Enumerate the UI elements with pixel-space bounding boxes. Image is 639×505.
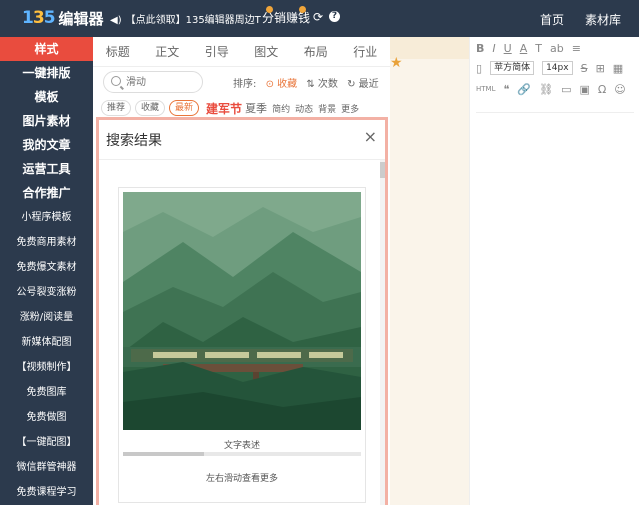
subtab-background[interactable]: 背景 bbox=[318, 102, 336, 115]
link-icon[interactable]: 🔗 bbox=[517, 83, 531, 96]
grid-icon[interactable]: ▦ bbox=[613, 62, 623, 75]
affiliate-link[interactable]: 分销赚钱 bbox=[262, 6, 310, 26]
category-tabs: 标题 正文 引导 图文 布局 行业 bbox=[93, 37, 390, 67]
subtab-simple[interactable]: 简约 bbox=[272, 102, 290, 115]
font-color-icon[interactable]: A bbox=[520, 42, 528, 55]
logo-number: 135 bbox=[22, 8, 56, 28]
sidebar-item-image-material[interactable]: 图片素材 bbox=[0, 109, 93, 133]
sidebar-item-style[interactable]: 样式 bbox=[0, 37, 93, 61]
sidebar-item-free-gallery[interactable]: 免费图库 bbox=[0, 380, 93, 405]
search-box[interactable] bbox=[103, 71, 203, 93]
sidebar-item-free-design[interactable]: 免费做图 bbox=[0, 405, 93, 430]
tab-title[interactable]: 标题 bbox=[93, 37, 143, 66]
toolbar-row-2: ▯ 苹方简体 14px S ⊞ ▦ bbox=[476, 59, 631, 77]
html-icon[interactable]: HTML bbox=[476, 85, 495, 93]
promo-text: 【点此领取】135编辑器周边T bbox=[125, 15, 261, 26]
background-color-icon[interactable]: ab bbox=[550, 42, 564, 55]
toolbar-row-1: B I U A T ab ≡ bbox=[476, 39, 589, 57]
sidebar-item-one-click-layout[interactable]: 一键排版 bbox=[0, 61, 93, 85]
font-size-select[interactable]: 14px bbox=[542, 61, 573, 75]
emoji-icon[interactable]: ☺ bbox=[614, 83, 625, 96]
italic-icon[interactable]: I bbox=[492, 42, 495, 55]
search-icon bbox=[111, 76, 121, 86]
help-icon[interactable]: ? bbox=[329, 11, 340, 22]
landscape-image bbox=[123, 192, 361, 430]
special-char-icon[interactable]: Ω bbox=[598, 83, 606, 96]
sidebar-item-partner[interactable]: 合作推广 bbox=[0, 181, 93, 205]
slide-progress bbox=[123, 452, 361, 456]
sidebar-item-ops-tools[interactable]: 运营工具 bbox=[0, 157, 93, 181]
speaker-icon: ◀) bbox=[110, 15, 122, 26]
subtab-dynamic[interactable]: 动态 bbox=[295, 102, 313, 115]
paragraph-icon[interactable]: ▯ bbox=[476, 62, 482, 75]
scrollbar[interactable] bbox=[380, 160, 385, 505]
sidebar-item-video[interactable]: 【视频制作】 bbox=[0, 355, 93, 380]
subtab-army-day[interactable]: 建军节 bbox=[206, 100, 242, 117]
align-icon[interactable]: ≡ bbox=[572, 42, 581, 55]
left-sidebar: 样式 一键排版 模板 图片素材 我的文章 运营工具 合作推广 小程序模板 免费商… bbox=[0, 37, 93, 505]
sidebar-item-mini-program[interactable]: 小程序模板 bbox=[0, 205, 93, 230]
strikethrough-icon[interactable]: S bbox=[581, 62, 588, 75]
unlink-icon[interactable]: ⛓ bbox=[539, 83, 553, 96]
editor-area[interactable]: B I U A T ab ≡ ▯ 苹方简体 14px S ⊞ ▦ HTML ❝ … bbox=[469, 37, 639, 505]
image-icon[interactable]: ▣ bbox=[579, 83, 589, 96]
sidebar-item-followers[interactable]: 涨粉/阅读量 bbox=[0, 305, 93, 330]
promo-link[interactable]: ◀) 【点此领取】135编辑器周边T bbox=[110, 11, 261, 26]
sidebar-item-fission[interactable]: 公号裂变涨粉 bbox=[0, 280, 93, 305]
subtab-summer[interactable]: 夏季 bbox=[245, 100, 267, 116]
divider-icon[interactable]: ▭ bbox=[561, 83, 571, 96]
subtab-recommend[interactable]: 推荐 bbox=[101, 100, 132, 116]
sidebar-item-free-course[interactable]: 免费课程学习 bbox=[0, 480, 93, 505]
subtab-latest[interactable]: 最新 bbox=[169, 100, 200, 116]
swipe-hint: 左右滑动查看更多 bbox=[205, 474, 278, 484]
tab-body[interactable]: 正文 bbox=[143, 37, 193, 66]
tab-guide[interactable]: 引导 bbox=[192, 37, 242, 66]
result-card[interactable]: 文字表述 左右滑动查看更多 bbox=[118, 187, 366, 503]
image-caption: 文字表述 bbox=[223, 441, 260, 451]
sort-favorites[interactable]: ⊙ 收藏 bbox=[266, 79, 298, 90]
toolbar-row-3: HTML ❝ 🔗 ⛓ ▭ ▣ Ω ☺ bbox=[476, 80, 634, 98]
underline-icon[interactable]: U bbox=[504, 42, 512, 55]
sidebar-item-my-articles[interactable]: 我的文章 bbox=[0, 133, 93, 157]
subtab-more[interactable]: 更多 bbox=[341, 102, 359, 115]
quote-icon[interactable]: ❝ bbox=[503, 83, 509, 96]
table-icon[interactable]: ⊞ bbox=[596, 62, 605, 75]
search-input[interactable] bbox=[126, 74, 198, 90]
tab-industry[interactable]: 行业 bbox=[341, 37, 391, 66]
sort-count[interactable]: ⇅ 次数 bbox=[306, 79, 338, 90]
subtab-favorites[interactable]: 收藏 bbox=[135, 100, 166, 116]
sidebar-item-wechat-group[interactable]: 微信群管神器 bbox=[0, 455, 93, 480]
sort-recent[interactable]: ↻ 最近 bbox=[347, 79, 379, 90]
scrollbar-thumb[interactable] bbox=[380, 162, 385, 178]
sort-bar: 排序: ⊙ 收藏 ⇅ 次数 ↻ 最近 bbox=[233, 75, 379, 90]
sort-label: 排序: bbox=[233, 79, 257, 90]
refresh-icon[interactable]: ⟳ bbox=[313, 10, 323, 24]
nav-material-library[interactable]: 素材库 bbox=[585, 11, 621, 28]
search-results-dialog: 搜索结果 × 文字表述 左右滑动查看更多 bbox=[96, 117, 388, 505]
sidebar-item-new-media-pic[interactable]: 新媒体配图 bbox=[0, 330, 93, 355]
sidebar-item-auto-image[interactable]: 【一键配图】 bbox=[0, 430, 93, 455]
sidebar-item-free-viral[interactable]: 免费爆文素材 bbox=[0, 255, 93, 280]
tab-image-text[interactable]: 图文 bbox=[242, 37, 292, 66]
logo[interactable]: 135 编辑器 bbox=[22, 7, 104, 29]
close-icon[interactable]: × bbox=[364, 127, 377, 146]
font-family-select[interactable]: 苹方简体 bbox=[490, 61, 535, 75]
nav-home[interactable]: 首页 bbox=[540, 11, 564, 28]
slide-progress-fill bbox=[123, 452, 204, 456]
dialog-title: 搜索结果 bbox=[106, 133, 162, 149]
tab-layout[interactable]: 布局 bbox=[291, 37, 341, 66]
logo-text: 编辑器 bbox=[58, 9, 104, 28]
bold-icon[interactable]: B bbox=[476, 42, 484, 55]
dialog-header: 搜索结果 × bbox=[99, 120, 385, 160]
sidebar-item-template[interactable]: 模板 bbox=[0, 85, 93, 109]
preview-strip: ★ bbox=[390, 37, 469, 505]
top-bar: 135 编辑器 ◀) 【点此领取】135编辑器周边T 分销赚钱 ⟳ ? 首页 素材… bbox=[0, 0, 639, 37]
sub-tabs: 推荐 收藏 最新 建军节 夏季 简约 动态 背景 更多 bbox=[101, 99, 364, 117]
sidebar-item-free-commercial[interactable]: 免费商用素材 bbox=[0, 230, 93, 255]
landscape-illustration bbox=[123, 192, 361, 430]
star-icon: ★ bbox=[390, 55, 403, 71]
toolbar-divider bbox=[476, 112, 634, 113]
font-style-icon[interactable]: T bbox=[535, 42, 542, 55]
